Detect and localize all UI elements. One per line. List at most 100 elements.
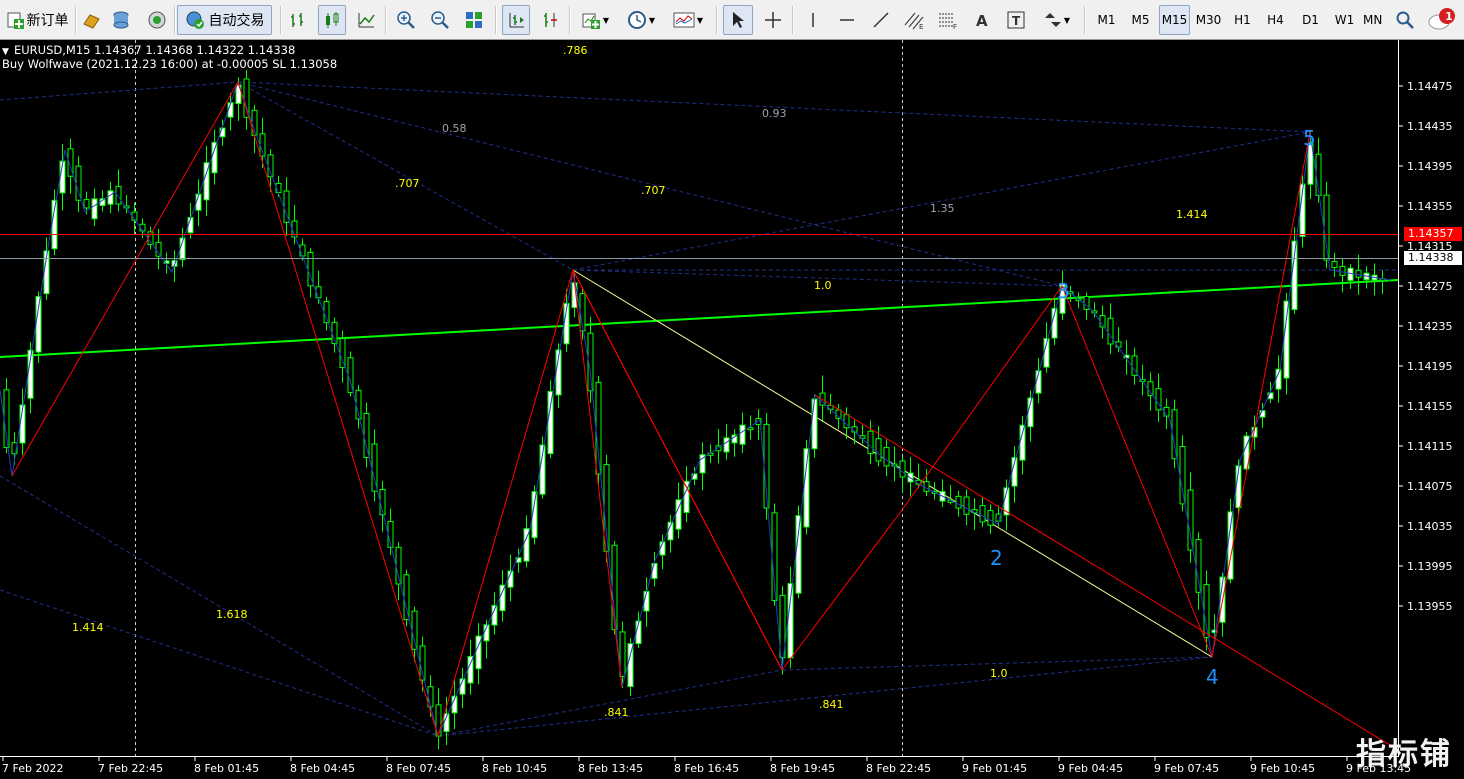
periods-button[interactable]: ▼: [622, 5, 660, 35]
notifications-button[interactable]: 1: [1424, 5, 1460, 35]
timeframe-w1-button[interactable]: W1: [1329, 5, 1360, 35]
price-tick-label: 1.13955: [1407, 600, 1453, 613]
equidistant-channel-tool-button[interactable]: E: [901, 5, 927, 35]
candle-body: [83, 199, 90, 209]
arrows-tool-button[interactable]: ▼: [1036, 5, 1076, 35]
clock-icon: [627, 11, 646, 29]
watermark-logo: 指标铺: [1356, 737, 1452, 772]
market-watch-button[interactable]: [78, 5, 104, 35]
fib-ratio-label: .841: [604, 706, 629, 719]
time-tick-label: 9 Feb 10:45: [1250, 762, 1315, 775]
timeframe-m1-button[interactable]: M1: [1091, 5, 1122, 35]
line-chart-button[interactable]: [353, 5, 379, 35]
wolfwave-target-line[interactable]: [0, 279, 1399, 358]
candle-body: [499, 584, 506, 612]
candle-body: [875, 438, 882, 462]
zoom-in-icon: [397, 11, 415, 29]
trendline-tool-button[interactable]: [868, 5, 894, 35]
crosshair-tool-button[interactable]: [760, 5, 786, 35]
candle-body: [867, 430, 874, 455]
fib-ratio-label: .707: [395, 177, 420, 190]
candle-body: [1187, 489, 1194, 551]
fib-ratio-label: .707: [641, 184, 666, 197]
main-toolbar: 新订单 自动交易 ▼ ▼ ▼ E F A T ▼ M1 M5 M15 M30 H…: [0, 0, 1464, 40]
collapse-arrow-icon[interactable]: ▼: [2, 47, 9, 57]
arrows-icon: [1044, 13, 1061, 27]
indicators-button[interactable]: ▼: [577, 5, 613, 35]
fibonacci-tool-button[interactable]: F: [935, 5, 961, 35]
timeframe-d1-button[interactable]: D1: [1295, 5, 1326, 35]
price-tick-label: 1.14475: [1407, 80, 1453, 93]
time-tick-label: 8 Feb 13:45: [578, 762, 643, 775]
candle-body: [955, 495, 962, 509]
horizontal-line-tool-button[interactable]: [834, 5, 860, 35]
price-tick-label: 1.14395: [1407, 160, 1453, 173]
bar-chart-button[interactable]: [285, 5, 311, 35]
toolbar-separator: [495, 6, 497, 34]
timeframe-m15-button[interactable]: M15: [1159, 5, 1190, 35]
chart-shift-button[interactable]: [537, 5, 563, 35]
svg-text:E: E: [919, 23, 923, 30]
time-tick-label: 7 Feb 2022: [2, 762, 63, 775]
time-tick-label: 8 Feb 10:45: [482, 762, 547, 775]
auto-trading-label: 自动交易: [208, 13, 265, 29]
candle-body: [987, 510, 994, 526]
candle-body: [363, 412, 370, 459]
timeframe-m5-button[interactable]: M5: [1125, 5, 1156, 35]
toolbar-separator: [1084, 6, 1086, 34]
time-tick-label: 8 Feb 01:45: [194, 762, 259, 775]
data-window-button[interactable]: [108, 5, 134, 35]
text-label-tool-button[interactable]: T: [1003, 5, 1029, 35]
wolfwave-lines[interactable]: [11, 80, 1399, 751]
price-chart[interactable]: 1.144751.144351.143951.143551.143151.142…: [0, 40, 1464, 779]
new-order-button[interactable]: 新订单: [2, 5, 72, 35]
fib-ratio-label: 1.0: [814, 279, 832, 292]
price-tick-label: 1.14115: [1407, 440, 1453, 453]
vertical-line-icon: [812, 13, 814, 27]
price-tick-label: 1.13995: [1407, 560, 1453, 573]
cursor-icon: [733, 12, 744, 28]
price-tick-label: 1.14435: [1407, 120, 1453, 133]
add-indicator-icon: [582, 13, 600, 29]
candle-body: [651, 562, 658, 579]
auto-scroll-button[interactable]: [502, 5, 530, 35]
tile-windows-button[interactable]: [461, 5, 487, 35]
text-tool-icon: A: [976, 12, 988, 30]
timeframe-h1-button[interactable]: H1: [1227, 5, 1258, 35]
line-chart-icon: [358, 13, 375, 28]
zoom-out-button[interactable]: [427, 5, 453, 35]
candle-body: [979, 505, 986, 523]
timeframe-h4-button[interactable]: H4: [1260, 5, 1291, 35]
text-label-icon: T: [1007, 11, 1025, 29]
time-tick-label: 8 Feb 19:45: [770, 762, 835, 775]
wolfwave-signal-text: Buy Wolfwave (2021.12.23 16:00) at -0.00…: [2, 57, 337, 71]
vertical-line-tool-button[interactable]: [800, 5, 826, 35]
auto-trading-button[interactable]: 自动交易: [177, 5, 272, 35]
wolfwave-yellow-line[interactable]: [572, 269, 1213, 658]
cursor-tool-button[interactable]: [723, 5, 753, 35]
timeframe-m30-button[interactable]: M30: [1193, 5, 1224, 35]
toolbar-separator: [75, 6, 77, 34]
fibonacci-icon: F: [939, 13, 957, 30]
candle-body: [395, 546, 402, 585]
candle-body: [1147, 381, 1154, 397]
search-button[interactable]: [1392, 5, 1418, 35]
price-tick-label: 1.14155: [1407, 400, 1453, 413]
toolbar-separator: [280, 6, 282, 34]
candle-body: [899, 460, 906, 478]
text-tool-button[interactable]: A: [969, 5, 995, 35]
timeframe-mn-button[interactable]: MN: [1362, 5, 1386, 35]
candle-body: [371, 443, 378, 492]
candle-body: [1179, 445, 1186, 505]
time-tick-label: 9 Feb 07:45: [1154, 762, 1219, 775]
candle-body: [155, 241, 162, 257]
candlestick-chart-button[interactable]: [318, 5, 346, 35]
navigator-button[interactable]: [144, 5, 170, 35]
fibonacci-web: [0, 81, 1398, 737]
svg-text:A: A: [976, 12, 988, 30]
templates-button[interactable]: ▼: [668, 5, 708, 35]
dropdown-arrow-icon: ▼: [1063, 15, 1071, 25]
new-order-icon: [7, 12, 24, 29]
zoom-in-button[interactable]: [393, 5, 419, 35]
chart-window[interactable]: 1.14475 1.14435 1.14395 1.14355 1.14315 1.142…: [0, 40, 1464, 779]
